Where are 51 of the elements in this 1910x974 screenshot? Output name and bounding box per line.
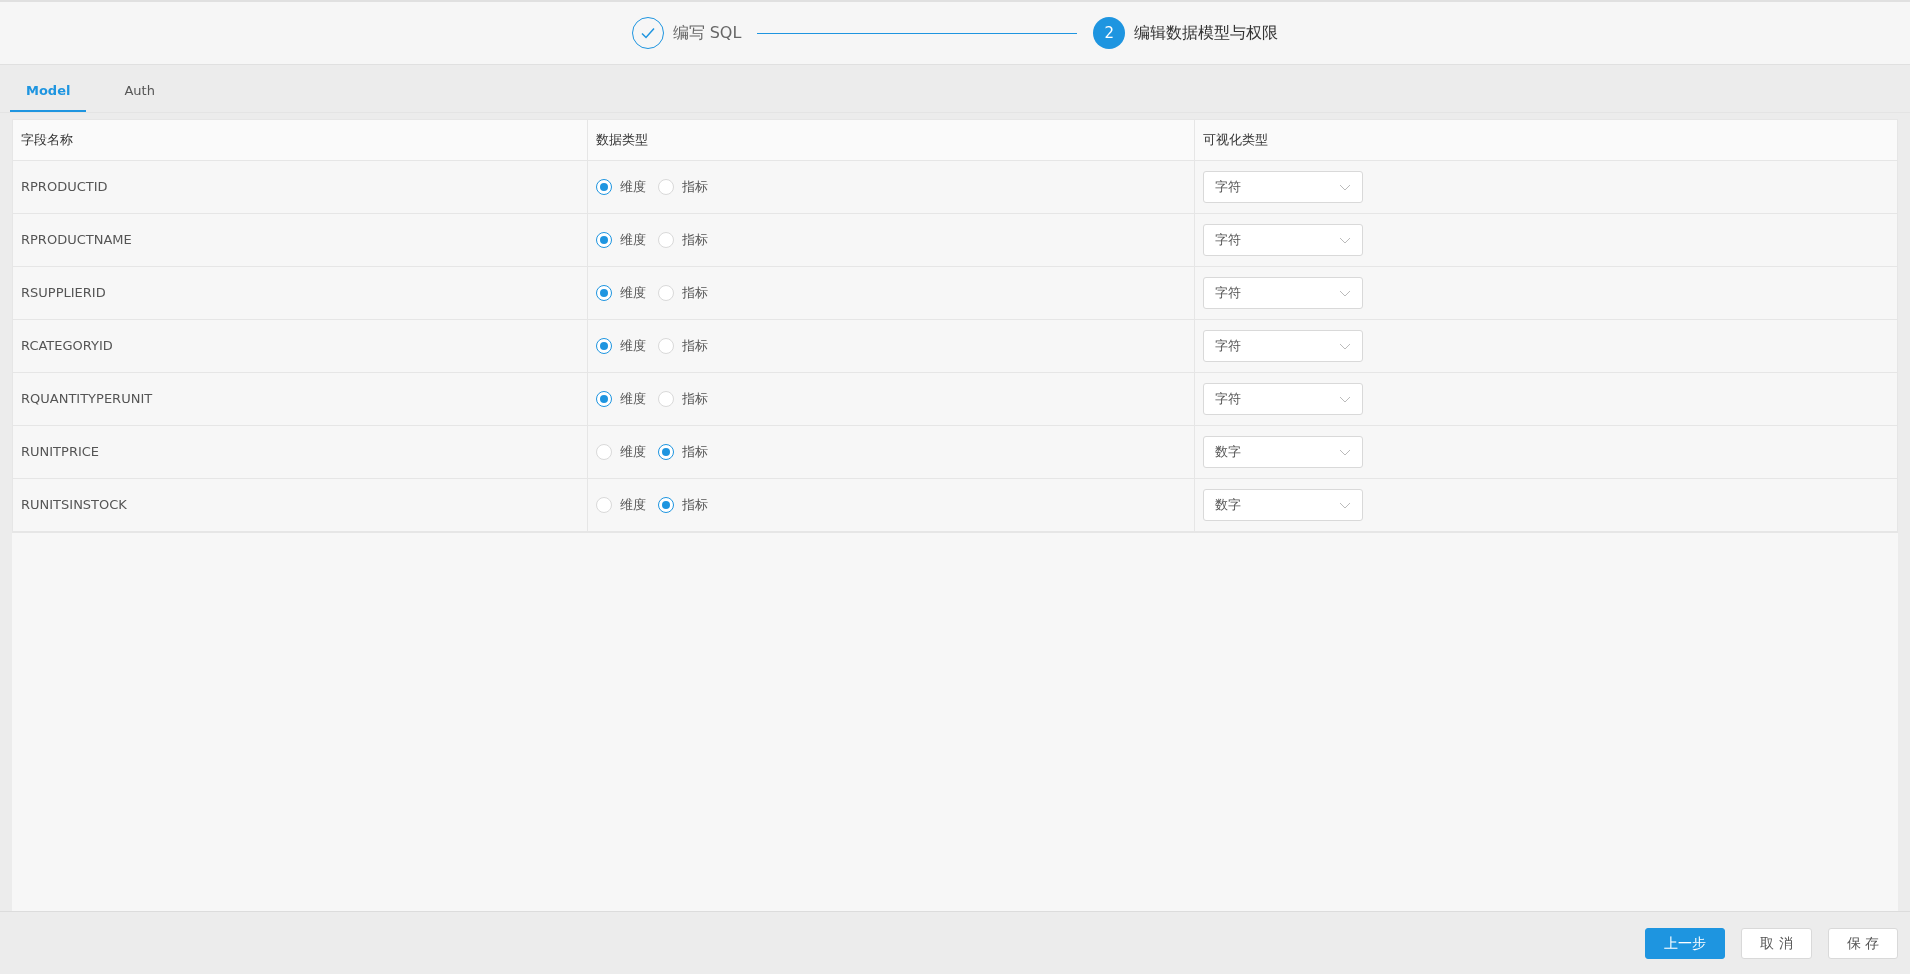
select-dropdown[interactable]: 数字 xyxy=(1203,436,1363,468)
select-dropdown[interactable]: 数字 xyxy=(1203,489,1363,521)
radio-button[interactable] xyxy=(596,179,612,195)
radio-option[interactable]: 指标 xyxy=(658,495,708,515)
field-name: RPRODUCTID xyxy=(13,161,588,213)
radio-option[interactable]: 维度 xyxy=(596,442,646,462)
radio-option[interactable]: 指标 xyxy=(658,230,708,250)
select-dropdown[interactable]: 字符 xyxy=(1203,171,1363,203)
radio-option[interactable]: 维度 xyxy=(596,336,646,356)
field-name: RUNITPRICE xyxy=(13,426,588,478)
field-name: RCATEGORYID xyxy=(13,320,588,372)
step-number: 2 xyxy=(1093,17,1126,49)
chevron-down-icon xyxy=(1339,289,1351,297)
radio-option[interactable]: 指标 xyxy=(658,283,708,303)
chevron-down-icon xyxy=(1339,342,1351,350)
chevron-down-icon xyxy=(1339,501,1351,509)
step-label: 编写 SQL xyxy=(672,22,742,44)
radio-option[interactable]: 指标 xyxy=(658,442,708,462)
step-label: 编辑数据模型与权限 xyxy=(1134,22,1279,44)
radio-button[interactable] xyxy=(596,338,612,354)
field-name: RSUPPLIERID xyxy=(13,267,588,319)
radio-option[interactable]: 指标 xyxy=(658,336,708,356)
footer-button[interactable]: 保 存 xyxy=(1827,927,1898,959)
tab[interactable]: Auth xyxy=(108,72,171,112)
field-name: RPRODUCTNAME xyxy=(13,214,588,266)
radio-button[interactable] xyxy=(596,285,612,301)
column-header: 数据类型 xyxy=(588,120,1195,160)
field-name: RUNITSINSTOCK xyxy=(13,479,588,531)
column-header: 字段名称 xyxy=(13,120,588,160)
radio-option[interactable]: 维度 xyxy=(596,495,646,515)
radio-option[interactable]: 指标 xyxy=(658,389,708,409)
footer-button[interactable]: 取 消 xyxy=(1741,927,1812,959)
select-dropdown[interactable]: 字符 xyxy=(1203,383,1363,415)
radio-option[interactable]: 维度 xyxy=(596,177,646,197)
chevron-down-icon xyxy=(1339,183,1351,191)
radio-option[interactable]: 维度 xyxy=(596,389,646,409)
radio-button[interactable] xyxy=(658,444,674,460)
radio-button[interactable] xyxy=(596,232,612,248)
radio-button[interactable] xyxy=(596,391,612,407)
chevron-down-icon xyxy=(1339,448,1351,456)
chevron-down-icon xyxy=(1339,236,1351,244)
radio-button[interactable] xyxy=(658,497,674,513)
column-header: 可视化类型 xyxy=(1202,131,1269,150)
select-dropdown[interactable]: 字符 xyxy=(1203,224,1363,256)
select-dropdown[interactable]: 字符 xyxy=(1203,277,1363,309)
select-dropdown[interactable]: 字符 xyxy=(1203,330,1363,362)
radio-option[interactable]: 维度 xyxy=(596,283,646,303)
chevron-down-icon xyxy=(1339,395,1351,403)
field-name: RQUANTITYPERUNIT xyxy=(13,373,588,425)
radio-option[interactable]: 维度 xyxy=(596,230,646,250)
radio-option[interactable]: 指标 xyxy=(658,177,708,197)
